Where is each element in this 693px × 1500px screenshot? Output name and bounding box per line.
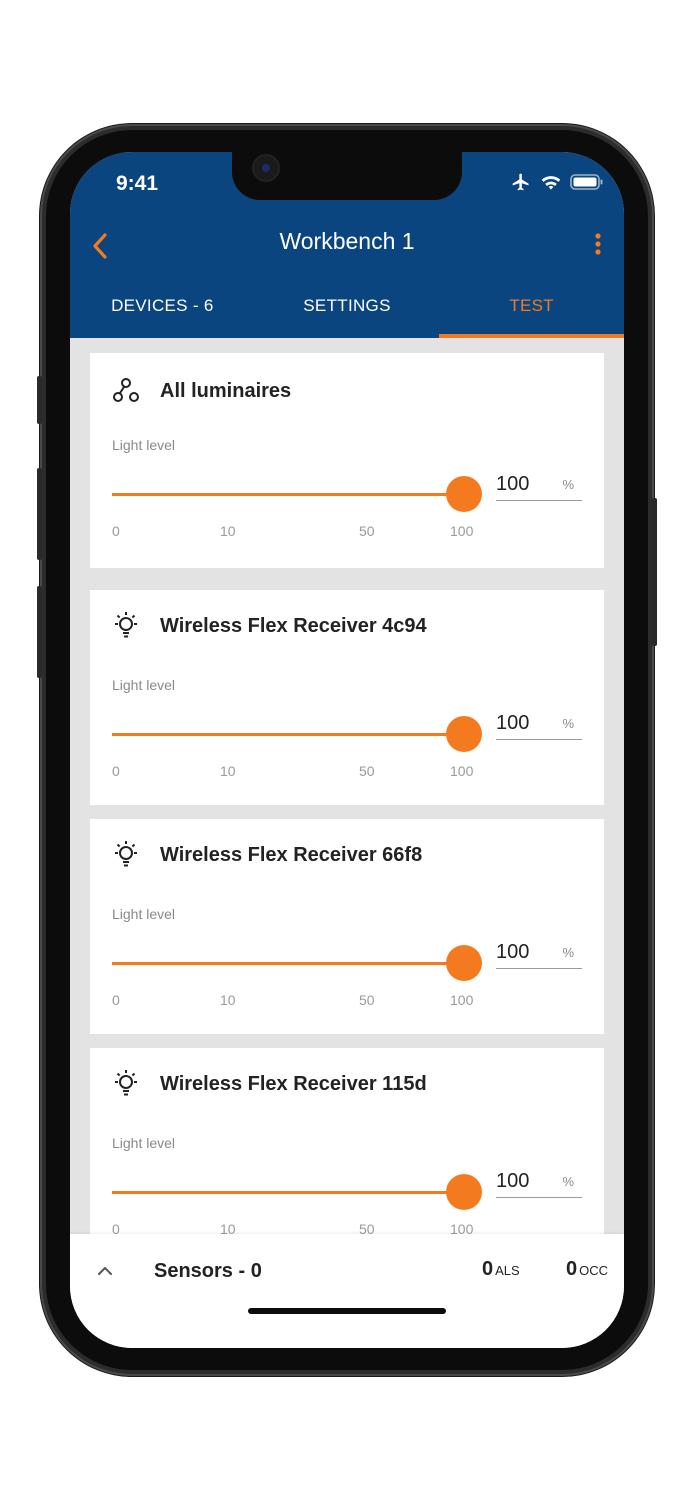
light-level-value: 100 (496, 941, 530, 963)
slider-tick-label: 100 (450, 523, 474, 539)
light-level-label: Light level (112, 1135, 176, 1151)
light-level-value: 100 (496, 1170, 530, 1192)
light-level-slider-track[interactable] (112, 493, 462, 496)
slider-tick-label: 50 (359, 523, 375, 539)
slider-tick-label: 0 (112, 523, 120, 539)
sensors-bar[interactable]: Sensors - 0 0 ALS 0 OCC (70, 1234, 624, 1348)
slider-tick-label: 10 (220, 523, 236, 539)
page-title: Workbench 1 (279, 228, 415, 254)
bulb-icon (115, 1070, 137, 1096)
light-level-label: Light level (112, 677, 176, 693)
card-title: Wireless Flex Receiver 66f8 (160, 843, 423, 866)
volume-up-button (37, 468, 42, 560)
group-icon (113, 378, 139, 402)
slider-tick-label: 0 (112, 763, 120, 779)
sensors-label: Sensors - 0 (154, 1260, 262, 1282)
more-vertical-icon (595, 233, 601, 255)
light-level-slider-track[interactable] (112, 962, 462, 965)
card-header: Wireless Flex Receiver 4c94 (110, 610, 427, 642)
card-list: All luminaires Light level 0 10 50 100 1… (70, 338, 624, 1234)
mute-switch (37, 376, 42, 424)
als-count-value: 0 (482, 1258, 494, 1280)
luminaire-card: Wireless Flex Receiver 115d Light level … (90, 1048, 604, 1234)
more-options-button[interactable] (586, 226, 610, 266)
slider-tick-label: 10 (220, 1221, 236, 1234)
card-title: Wireless Flex Receiver 4c94 (160, 614, 427, 637)
light-level-slider-track[interactable] (112, 1191, 462, 1194)
slider-tick-label: 100 (450, 1221, 474, 1234)
front-camera (252, 154, 280, 182)
slider-tick-label: 0 (112, 992, 120, 1008)
occ-unit: OCC (579, 1263, 609, 1278)
battery-icon (570, 174, 603, 190)
light-level-input[interactable]: 100 % (496, 473, 582, 501)
percent-unit: % (562, 477, 574, 492)
luminaire-card: Wireless Flex Receiver 4c94 Light level … (90, 590, 604, 805)
bulb-icon (115, 841, 137, 867)
tab-test[interactable]: TEST (439, 292, 624, 338)
tab-devices[interactable]: DEVICES - 6 (70, 292, 255, 338)
card-header: All luminaires (110, 375, 291, 407)
light-level-value: 100 (496, 712, 530, 734)
card-header: Wireless Flex Receiver 66f8 (110, 839, 422, 871)
slider-tick-label: 100 (450, 992, 474, 1008)
bulb-icon (115, 612, 137, 638)
light-level-slider-thumb[interactable] (446, 716, 482, 752)
app-header: 9:41 Workbench 1 DEVICES - 6 SETTINGS TE… (70, 152, 624, 338)
app-screen: 9:41 Workbench 1 DEVICES - 6 SETTINGS TE… (70, 152, 624, 1348)
light-level-label: Light level (112, 906, 176, 922)
luminaire-card: All luminaires Light level 0 10 50 100 1… (90, 353, 604, 568)
percent-unit: % (562, 716, 574, 731)
slider-tick-label: 0 (112, 1221, 120, 1234)
slider-tick-label: 50 (359, 763, 375, 779)
airplane-icon (512, 173, 529, 191)
slider-tick-label: 100 (450, 763, 474, 779)
card-title: Wireless Flex Receiver 115d (160, 1072, 427, 1095)
percent-unit: % (562, 1174, 574, 1189)
chevron-up-icon[interactable] (94, 1260, 116, 1282)
home-indicator (248, 1308, 446, 1314)
card-title: All luminaires (160, 379, 292, 402)
occ-count: 0 OCC (566, 1258, 608, 1281)
light-level-value: 100 (496, 473, 530, 495)
occ-count-value: 0 (566, 1258, 578, 1280)
light-level-slider-thumb[interactable] (446, 476, 482, 512)
light-level-input[interactable]: 100 % (496, 941, 582, 969)
light-level-slider-thumb[interactable] (446, 1174, 482, 1210)
wifi-icon (541, 176, 561, 190)
tab-settings[interactable]: SETTINGS (255, 292, 440, 338)
light-level-slider-thumb[interactable] (446, 945, 482, 981)
slider-tick-label: 50 (359, 992, 375, 1008)
status-icons (510, 172, 604, 192)
status-time: 9:41 (116, 172, 159, 195)
als-unit: ALS (495, 1263, 520, 1278)
als-count: 0 ALS (482, 1258, 520, 1281)
tab-bar: DEVICES - 6 SETTINGS TEST (70, 292, 624, 338)
slider-tick-label: 50 (359, 1221, 375, 1234)
volume-down-button (37, 586, 42, 678)
luminaire-card: Wireless Flex Receiver 66f8 Light level … (90, 819, 604, 1034)
power-button (652, 498, 657, 646)
light-level-input[interactable]: 100 % (496, 1170, 582, 1198)
light-level-slider-track[interactable] (112, 733, 462, 736)
percent-unit: % (562, 945, 574, 960)
slider-tick-label: 10 (220, 763, 236, 779)
notch (232, 152, 462, 200)
card-header: Wireless Flex Receiver 115d (110, 1068, 427, 1100)
light-level-input[interactable]: 100 % (496, 712, 582, 740)
light-level-label: Light level (112, 437, 176, 453)
slider-tick-label: 10 (220, 992, 236, 1008)
